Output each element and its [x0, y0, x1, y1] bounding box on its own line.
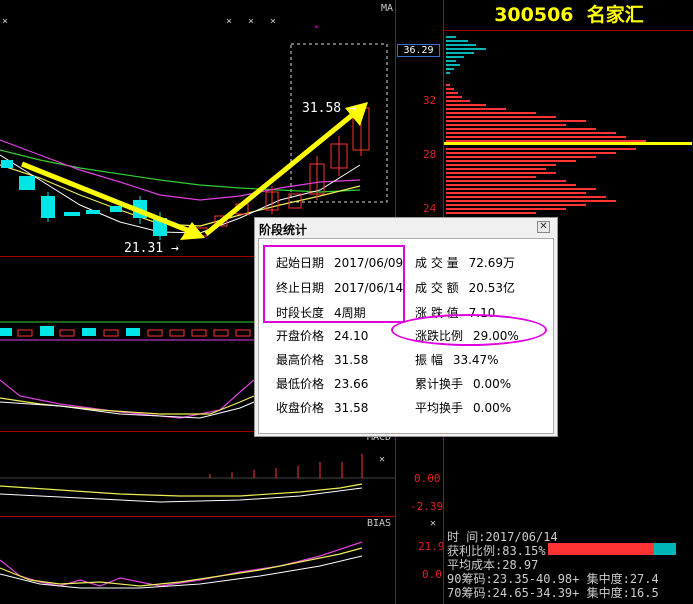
current-price-badge: 36.29	[397, 44, 440, 57]
axis-macd-0: 0.00	[414, 472, 441, 485]
chip-70: 70筹码:24.65-34.39+ 集中度:16.5	[447, 586, 659, 600]
candle-down	[110, 206, 122, 212]
candle-down	[64, 212, 80, 216]
high-price-annotation: 31.58 →	[302, 101, 357, 116]
stat-open-price: 开盘价格 24.10	[276, 329, 369, 343]
candle-down	[1, 160, 13, 168]
chip-bars-upper	[446, 36, 486, 74]
volume-bars	[0, 326, 251, 337]
ma-line-green	[0, 149, 361, 193]
axis-price-32: 32	[423, 94, 437, 107]
close-icon[interactable]: ✕	[537, 221, 550, 233]
dialog-title: 阶段统计	[259, 223, 308, 237]
bias-label: BIAS	[367, 518, 392, 529]
stat-amount: 成 交 额 20.53亿	[415, 281, 515, 295]
stock-title: 300506 名家汇	[494, 4, 644, 26]
stat-low-price: 最低价格 23.66	[276, 377, 369, 391]
profit-ratio-track	[548, 543, 676, 555]
candle-down	[19, 176, 35, 190]
change-ratio-highlight	[391, 314, 547, 346]
axis-price-28: 28	[423, 148, 437, 161]
chip-bars-lower	[446, 84, 646, 214]
candle-down	[86, 210, 100, 214]
stat-high-price: 最高价格 31.58	[276, 353, 369, 367]
stat-avg-turnover: 平均换手 0.00%	[415, 401, 512, 415]
close-indicator-icon[interactable]: ✕	[379, 454, 385, 465]
date-highlight-box	[263, 245, 405, 323]
candle-down	[41, 196, 55, 218]
stat-amplitude: 振 幅 33.47%	[415, 353, 499, 367]
up-arrow-shaft	[204, 110, 358, 236]
axis-macd-neg: -2.39	[410, 500, 444, 513]
axis-bias-0: 0.0	[422, 568, 442, 581]
stat-total-turnover: 累计换手 0.00%	[415, 377, 512, 391]
profit-ratio-fill	[548, 543, 655, 555]
low-price-annotation: 21.31 →	[124, 241, 179, 256]
macd-bars	[209, 454, 363, 478]
stat-close-price: 收盘价格 31.58	[276, 401, 369, 415]
axis-bias-top: 21.9	[418, 540, 445, 553]
stat-volume: 成 交 量 72.69万	[415, 256, 515, 270]
axis-price-24: 24	[423, 202, 437, 215]
avg-cost-line	[444, 142, 692, 145]
